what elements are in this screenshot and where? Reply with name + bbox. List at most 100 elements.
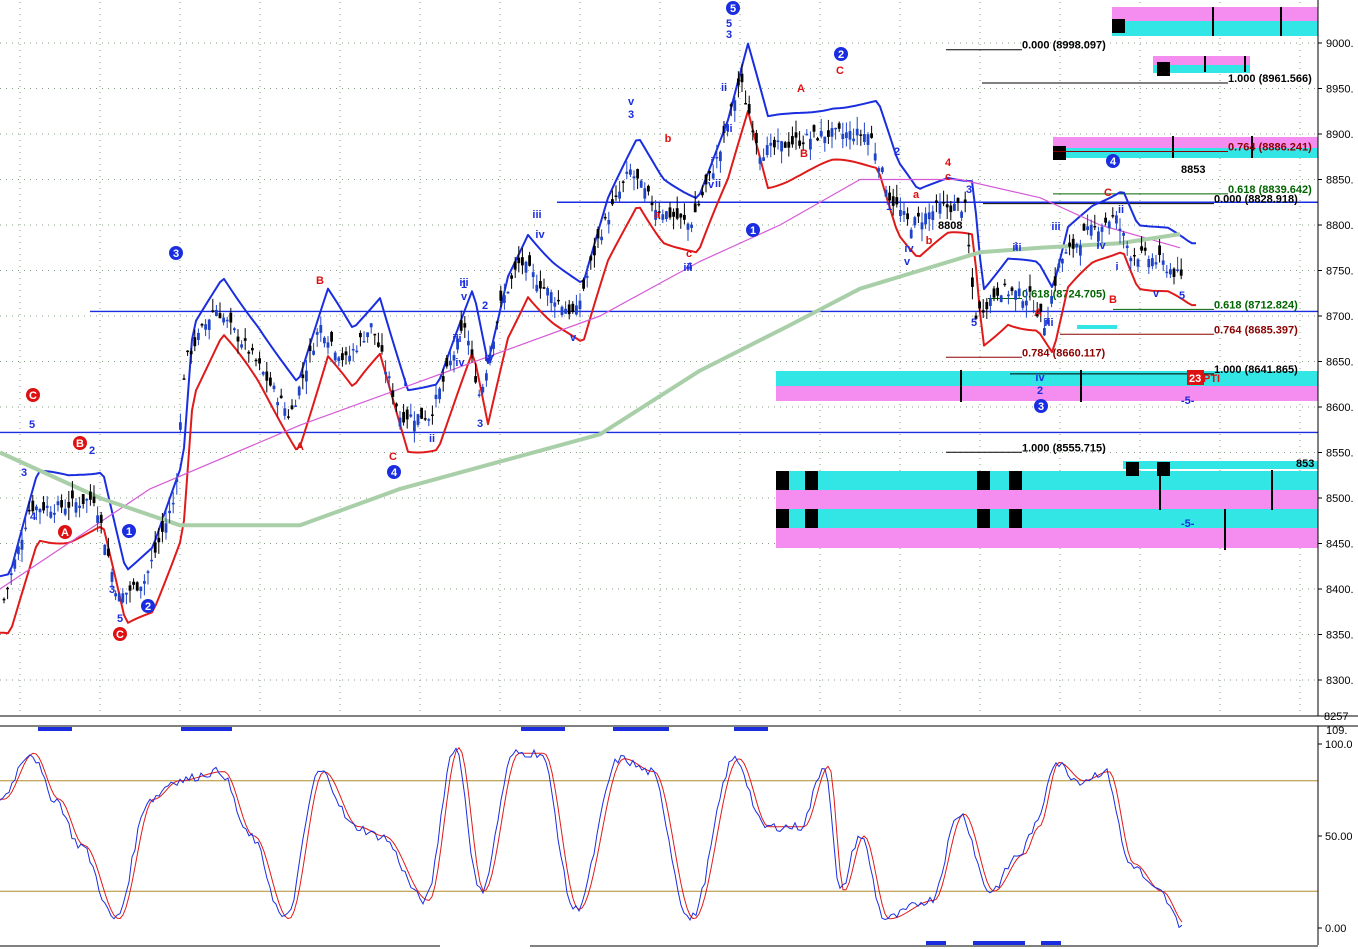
zone-magenta: [776, 386, 1318, 401]
wave-label-blue: 3: [726, 29, 732, 41]
misc-label: 8853: [1181, 164, 1205, 176]
wave-label-blue: iii: [683, 262, 692, 274]
price-bar-body: [1071, 238, 1075, 249]
price-bar-body: [567, 304, 571, 315]
price-bar-body: [863, 133, 866, 142]
price-bar-body: [1028, 286, 1032, 292]
price-bar-body: [31, 500, 35, 512]
wave-label-circled: A: [61, 527, 69, 539]
wave-label-blue: 2: [89, 445, 95, 457]
zone-magenta: [776, 490, 1318, 509]
price-bar-body: [2, 598, 6, 601]
price-bar-body: [848, 131, 852, 140]
price-bar-body: [74, 502, 78, 513]
price-bar-body: [801, 142, 805, 145]
price-bar-body: [953, 203, 956, 211]
price-bar-body: [938, 203, 942, 214]
price-bar-body: [333, 352, 337, 361]
price-bar-body: [895, 197, 899, 205]
price-bar-body: [175, 479, 179, 483]
price-bar-body: [1086, 226, 1089, 230]
price-bar-body: [1064, 252, 1068, 254]
price-bar-body: [773, 139, 776, 148]
stoch-tick-label: 0.00: [1325, 923, 1346, 935]
price-bar-body: [413, 420, 416, 432]
wave-label-blue: 2: [482, 300, 488, 312]
price-bar-body: [1176, 269, 1179, 271]
zone-marker: [1009, 509, 1022, 528]
price-bar-body: [63, 508, 67, 515]
wave-label-blue: 5: [29, 419, 35, 431]
price-bar-body: [431, 414, 434, 416]
price-bar-body: [582, 279, 585, 289]
price-bar-body: [931, 211, 935, 221]
price-bar-body: [866, 134, 870, 145]
price-bar-body: [326, 342, 330, 348]
price-bar-body: [85, 499, 89, 501]
price-bar-body: [884, 189, 888, 197]
wave-label-red: B: [316, 275, 324, 287]
fib-label: 0.618 (8712.824): [1214, 299, 1298, 311]
price-bar-body: [668, 207, 672, 218]
price-bar-body: [434, 394, 438, 400]
fib-label: 1.000 (8641.865): [1214, 364, 1298, 376]
price-bar-body: [949, 205, 953, 213]
wave-label-blue: 3: [628, 109, 634, 121]
zone-marker: [776, 509, 789, 528]
price-tick-label: 8800.: [1326, 220, 1354, 232]
price-bar-body: [913, 217, 917, 226]
price-bar-body: [1107, 221, 1111, 229]
price-bar-body: [600, 236, 603, 241]
price-bar-body: [999, 295, 1003, 303]
price-bar-body: [1061, 258, 1064, 264]
price-bar-body: [560, 306, 564, 316]
zone-cyan: [1112, 21, 1318, 36]
price-tick-label: 8650.: [1326, 357, 1354, 369]
price-bar-body: [60, 500, 63, 508]
price-bar-body: [902, 211, 906, 215]
fib-label: 0.784 (8660.117): [1022, 347, 1106, 359]
price-bar-body: [441, 376, 445, 382]
price-bar-body: [557, 299, 560, 302]
fib-label: 1.000 (8961.566): [1228, 73, 1312, 85]
price-tick-label: 8350.: [1326, 630, 1354, 642]
price-bar-body: [243, 338, 247, 341]
price-bar-body: [1111, 215, 1115, 217]
price-bar-body: [812, 125, 816, 132]
price-bar-body: [355, 350, 359, 353]
price-bar-body: [261, 372, 265, 375]
price-bar-body: [596, 229, 600, 239]
price-bar-body: [78, 505, 81, 508]
price-bar-body: [1154, 262, 1158, 265]
price-bar-body: [164, 523, 168, 533]
price-bar-body: [81, 494, 85, 505]
price-bar-body: [222, 317, 225, 323]
price-bar-body: [391, 390, 395, 397]
wave-label-blue: i: [403, 377, 406, 389]
wave-label-blue: 3: [21, 467, 27, 479]
wave-label-blue: iii: [723, 123, 732, 135]
price-bar-body: [161, 521, 164, 532]
price-bar-body: [323, 337, 326, 344]
price-bar-body: [708, 171, 711, 174]
wave-label-red: 4: [945, 157, 952, 169]
stoch-tick-label: 50.00: [1325, 831, 1353, 843]
price-bar-body: [211, 310, 215, 312]
price-bar-body: [373, 333, 377, 336]
price-bar-body: [1129, 257, 1133, 262]
price-bar-body: [229, 312, 233, 323]
price-bar-body: [855, 128, 859, 136]
price-bar-body: [593, 245, 596, 256]
price-bar-body: [24, 527, 27, 530]
price-bar-body: [1158, 245, 1161, 256]
price-bar-body: [35, 506, 38, 511]
price-bar-body: [1179, 269, 1183, 276]
price-bar-body: [575, 305, 578, 315]
price-bar-body: [719, 151, 722, 162]
price-bar-body: [405, 409, 409, 420]
wave-label-red: C: [389, 451, 397, 463]
price-bar-body: [125, 592, 128, 595]
price-bar-body: [528, 255, 531, 266]
price-bar-body: [510, 275, 513, 279]
price-bar-body: [978, 301, 981, 309]
